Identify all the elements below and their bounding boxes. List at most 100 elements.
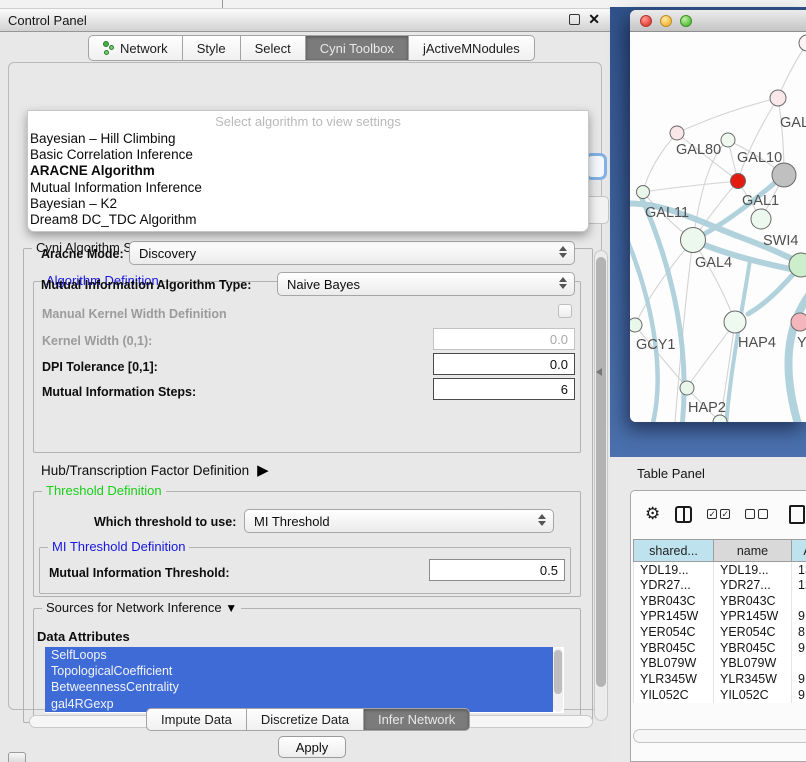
node-hap4[interactable]: [724, 311, 746, 333]
data-attribute-item[interactable]: BetweennessCentrality: [45, 679, 553, 695]
node-top-partial[interactable]: [799, 35, 806, 51]
table-cell[interactable]: 9.: [792, 671, 806, 687]
mi-threshold-field[interactable]: 0.5: [429, 559, 565, 581]
manual-kernel-checkbox[interactable]: [558, 304, 572, 318]
kernel-width-field[interactable]: 0.0: [433, 328, 575, 350]
table-cell[interactable]: YLR345W: [634, 671, 714, 687]
tab-jactivemnodules[interactable]: jActiveMNodules: [409, 35, 535, 61]
mi-steps-field[interactable]: 6: [433, 378, 575, 400]
data-attributes-list[interactable]: SelfLoopsTopologicalCoefficientBetweenne…: [45, 647, 564, 713]
table-cell[interactable]: YIL052C: [634, 687, 714, 703]
table-row[interactable]: YIL052CYIL052C9: [634, 687, 806, 703]
columns-icon[interactable]: [675, 506, 692, 523]
table-cell[interactable]: [792, 656, 806, 672]
table-cell[interactable]: YDL19...: [634, 562, 714, 578]
splitter-arrow-icon[interactable]: [596, 368, 602, 376]
table-cell[interactable]: YLR345W: [714, 671, 792, 687]
node-bottom[interactable]: [713, 415, 727, 422]
node-pink-right[interactable]: [791, 313, 806, 331]
deselect-all-checks-icon[interactable]: [745, 509, 768, 519]
algorithm-option[interactable]: Basic Correlation Inference: [28, 147, 588, 163]
table-cell[interactable]: 9.: [792, 609, 806, 625]
table-cell[interactable]: YBR045C: [634, 640, 714, 656]
hub-definition-toggle[interactable]: Hub/Transcription Factor Definition ▶: [41, 461, 269, 479]
table-cell[interactable]: 13: [792, 562, 806, 578]
table-cell[interactable]: YBR045C: [714, 640, 792, 656]
table-row[interactable]: YBR045CYBR045C9.: [634, 640, 806, 656]
which-threshold-combo[interactable]: MI Threshold: [244, 509, 554, 533]
table-cell[interactable]: YDR27...: [634, 577, 714, 593]
data-attribute-item[interactable]: SelfLoops: [45, 647, 553, 663]
network-view-window[interactable]: GAL80GAL10GALGAL1GAL11SWI4GAL4GCY1HAP4YH…: [630, 10, 806, 422]
tab-network[interactable]: Network: [88, 35, 183, 61]
network-canvas[interactable]: GAL80GAL10GALGAL1GAL11SWI4GAL4GCY1HAP4YH…: [630, 32, 806, 422]
close-traffic-light[interactable]: [640, 15, 652, 27]
node-gal4[interactable]: [681, 228, 706, 253]
column-header-cut[interactable]: A: [792, 540, 806, 562]
attr-list-scrollbar-thumb[interactable]: [554, 650, 562, 694]
table-cell[interactable]: YBR043C: [634, 593, 714, 609]
node-table[interactable]: shared... name A YDL19...YDL19...13YDR27…: [633, 539, 806, 703]
table-cell[interactable]: YBL079W: [634, 656, 714, 672]
table-cell[interactable]: YBL079W: [714, 656, 792, 672]
table-cell[interactable]: YDL19...: [714, 562, 792, 578]
close-icon[interactable]: ✕: [588, 12, 600, 26]
tab-style[interactable]: Style: [183, 35, 241, 61]
table-cell[interactable]: 9: [792, 687, 806, 703]
table-cell[interactable]: YPR145W: [714, 609, 792, 625]
table-cell[interactable]: 12: [792, 577, 806, 593]
tab-select[interactable]: Select: [241, 35, 306, 61]
minimize-traffic-light[interactable]: [660, 15, 672, 27]
table-row[interactable]: YDL19...YDL19...13: [634, 562, 806, 578]
data-attribute-item[interactable]: TopologicalCoefficient: [45, 663, 553, 679]
select-all-checks-icon[interactable]: ✓ ✓: [707, 509, 730, 519]
network-window-titlebar[interactable]: [630, 10, 806, 32]
table-row[interactable]: YLR345WYLR345W9.: [634, 671, 806, 687]
node-gal1[interactable]: [751, 209, 771, 229]
node-gray-gal10[interactable]: [772, 163, 796, 187]
table-row[interactable]: YDR27...YDR27...12: [634, 577, 806, 593]
table-row[interactable]: YPR145WYPR145W9.: [634, 609, 806, 625]
tab-discretize-data[interactable]: Discretize Data: [247, 708, 364, 731]
table-cell[interactable]: YER054C: [634, 624, 714, 640]
node-pink-top[interactable]: [770, 90, 786, 106]
float-window-icon[interactable]: [569, 14, 580, 25]
node-green-top[interactable]: [721, 133, 735, 147]
tab-impute-data[interactable]: Impute Data: [146, 708, 247, 731]
aracne-mode-combo[interactable]: Discovery: [129, 241, 575, 265]
column-header-shared-name[interactable]: shared...: [634, 540, 714, 562]
column-header-name[interactable]: name: [714, 540, 792, 562]
apply-button[interactable]: Apply: [278, 736, 346, 758]
expand-arrow-icon[interactable]: ▼: [225, 601, 237, 615]
table-cell[interactable]: YDR27...: [714, 577, 792, 593]
table-row[interactable]: YBL079WYBL079W: [634, 656, 806, 672]
zoom-traffic-light[interactable]: [680, 15, 692, 27]
table-cell[interactable]: YIL052C: [714, 687, 792, 703]
node-hap2[interactable]: [680, 381, 694, 395]
node-gcy1[interactable]: [630, 318, 642, 332]
file-icon[interactable]: [789, 505, 805, 524]
mi-type-combo[interactable]: Naive Bayes: [277, 272, 575, 296]
algorithm-option[interactable]: Bayesian – Hill Climbing: [28, 131, 588, 147]
dpi-tolerance-field[interactable]: 0.0: [433, 353, 575, 375]
node-gal11[interactable]: [637, 186, 650, 199]
table-hscrollbar[interactable]: [633, 729, 806, 743]
algorithm-dropdown[interactable]: Select algorithm to view settings Bayesi…: [27, 110, 589, 232]
algorithm-option[interactable]: ARACNE Algorithm: [28, 163, 588, 179]
panel-corner-chip[interactable]: [8, 752, 26, 762]
tab-infer-network[interactable]: Infer Network: [364, 708, 470, 731]
gear-icon[interactable]: ⚙: [645, 505, 660, 523]
attr-list-scrollbar[interactable]: [553, 648, 563, 712]
settings-scrollbar-thumb[interactable]: [596, 257, 606, 687]
table-cell[interactable]: [792, 593, 806, 609]
tab-cyni-toolbox[interactable]: Cyni Toolbox: [306, 35, 409, 61]
algorithm-option[interactable]: Mutual Information Inference: [28, 180, 588, 196]
table-row[interactable]: YBR043CYBR043C: [634, 593, 806, 609]
settings-scrollbar[interactable]: [594, 250, 608, 721]
algorithm-option[interactable]: Bayesian – K2: [28, 196, 588, 212]
table-cell[interactable]: YPR145W: [634, 609, 714, 625]
node-red[interactable]: [731, 174, 746, 189]
table-cell[interactable]: 8.: [792, 624, 806, 640]
table-cell[interactable]: YER054C: [714, 624, 792, 640]
table-row[interactable]: YER054CYER054C8.: [634, 624, 806, 640]
